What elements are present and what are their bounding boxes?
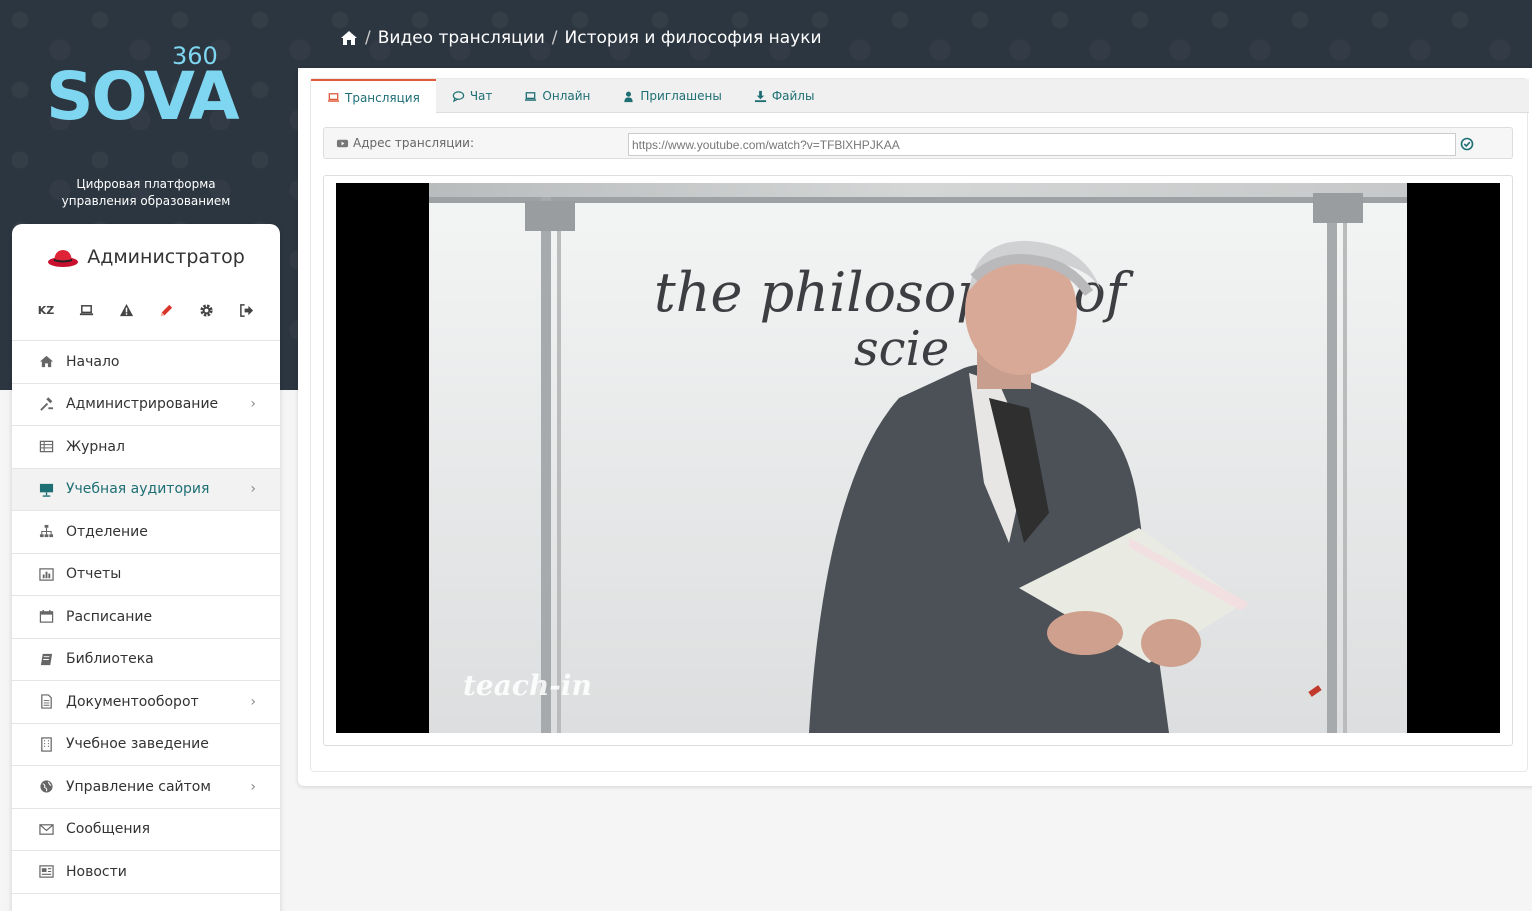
broadcast-panel: Трансляция Чат Онлайн Приглашены Файлы А…: [310, 78, 1529, 772]
tagline-line2: управления образованием: [61, 194, 231, 208]
tagline: Цифровая платформа управления образовани…: [30, 176, 262, 210]
gear-icon[interactable]: [186, 300, 226, 320]
tab-chat[interactable]: Чат: [436, 79, 509, 113]
calendar-icon: [38, 609, 54, 625]
tab-label: Файлы: [771, 89, 815, 103]
menu-item-institution[interactable]: Учебное заведение: [12, 724, 280, 766]
classroom-icon: [38, 481, 54, 497]
menu-item-label: Документооборот: [66, 693, 199, 710]
user-profile[interactable]: Администратор: [12, 246, 280, 268]
home-icon[interactable]: [340, 29, 358, 47]
main-menu: Начало Администрирование › Журнал Учебна…: [12, 340, 280, 894]
tab-invited[interactable]: Приглашены: [606, 79, 737, 113]
menu-item-label: Администрирование: [66, 396, 219, 413]
home-icon: [38, 354, 54, 370]
check-circle-icon[interactable]: [1460, 136, 1474, 151]
chevron-right-icon: ›: [250, 693, 256, 710]
tab-bar: Трансляция Чат Онлайн Приглашены Файлы: [311, 79, 1529, 114]
sidebar: Администратор KZ Начало Администрировани…: [12, 224, 280, 911]
breadcrumb-separator: /: [551, 28, 558, 48]
document-icon: [38, 694, 54, 710]
lecture-video-still: the philosophy of scie teach-in: [429, 183, 1407, 733]
download-icon: [754, 90, 766, 102]
pencil-icon[interactable]: [146, 300, 186, 320]
tab-label: Онлайн: [542, 89, 591, 103]
menu-item-label: Отчеты: [66, 566, 122, 583]
laptop-icon: [525, 91, 537, 101]
menu-item-label: Сообщения: [66, 821, 151, 838]
user-icon: [624, 91, 634, 102]
sitemap-icon: [38, 524, 54, 540]
tab-label: Трансляция: [345, 90, 420, 105]
video-watermark: teach-in: [463, 669, 592, 702]
menu-item-reports[interactable]: Отчеты: [12, 554, 280, 596]
bar-chart-icon: [38, 566, 54, 582]
logout-icon[interactable]: [226, 300, 266, 320]
breadcrumb-separator: /: [365, 28, 371, 48]
red-hat-icon: [47, 246, 79, 268]
logo[interactable]: SOVA 360: [46, 40, 256, 140]
warning-icon[interactable]: [106, 300, 146, 320]
menu-item-administration[interactable]: Администрирование ›: [12, 384, 280, 426]
menu-item-label: Учебное заведение: [66, 736, 209, 753]
laptop-icon[interactable]: [66, 300, 106, 320]
book-icon: [38, 651, 54, 667]
stream-url-input[interactable]: [628, 133, 1456, 156]
tab-broadcast[interactable]: Трансляция: [311, 79, 436, 114]
building-icon: [38, 736, 54, 752]
menu-item-label: Начало: [66, 353, 120, 370]
user-toolbar: KZ: [26, 300, 266, 320]
menu-item-schedule[interactable]: Расписание: [12, 596, 280, 639]
newspaper-icon: [38, 864, 54, 880]
menu-item-label: Журнал: [66, 438, 125, 455]
menu-item-library[interactable]: Библиотека: [12, 639, 280, 681]
tab-online[interactable]: Онлайн: [508, 79, 606, 113]
stream-address-label: Адрес трансляции:: [336, 136, 474, 150]
menu-item-label: Отделение: [66, 523, 148, 540]
menu-item-messages[interactable]: Сообщения: [12, 809, 280, 851]
globe-icon: [38, 779, 54, 795]
main-panel: Трансляция Чат Онлайн Приглашены Файлы А…: [298, 68, 1532, 786]
youtube-icon: [336, 139, 349, 147]
laptop-icon: [327, 93, 340, 102]
menu-item-department[interactable]: Отделение: [12, 511, 280, 554]
table-icon: [38, 439, 54, 455]
menu-item-site-management[interactable]: Управление сайтом ›: [12, 766, 280, 809]
menu-item-home[interactable]: Начало: [12, 341, 280, 384]
menu-item-label: Расписание: [66, 608, 153, 625]
menu-item-label: Управление сайтом: [66, 778, 211, 795]
board-text-line2: scie: [854, 321, 949, 377]
stream-address-label-text: Адрес трансляции:: [353, 136, 475, 150]
chevron-right-icon: ›: [250, 481, 256, 498]
menu-item-journal[interactable]: Журнал: [12, 426, 280, 469]
menu-item-classroom[interactable]: Учебная аудитория ›: [12, 468, 280, 511]
chevron-right-icon: ›: [250, 778, 256, 795]
breadcrumb-video-broadcasts[interactable]: Видео трансляции: [378, 28, 545, 48]
tab-label: Чат: [469, 89, 493, 103]
menu-item-label: Новости: [66, 863, 127, 880]
logo-suffix: 360: [172, 42, 218, 70]
chevron-right-icon: ›: [250, 396, 256, 413]
tab-files[interactable]: Файлы: [738, 79, 831, 113]
tab-label: Приглашены: [640, 89, 722, 103]
menu-item-news[interactable]: Новости: [12, 851, 280, 894]
envelope-icon: [38, 821, 54, 837]
menu-item-document-flow[interactable]: Документооборот ›: [12, 681, 280, 724]
video-player[interactable]: the philosophy of scie teach-in: [336, 183, 1500, 733]
video-frame: the philosophy of scie teach-in: [429, 183, 1407, 733]
breadcrumb: / Видео трансляции / История и философия…: [340, 28, 822, 48]
speech-bubble-icon: [452, 90, 465, 102]
video-container: the philosophy of scie teach-in: [323, 175, 1513, 746]
tagline-line1: Цифровая платформа: [76, 177, 216, 191]
user-name: Администратор: [87, 246, 245, 268]
language-button[interactable]: KZ: [26, 300, 66, 320]
menu-item-label: Библиотека: [66, 651, 154, 668]
admin-icon: [38, 396, 54, 412]
menu-item-label: Учебная аудитория: [66, 481, 210, 498]
stream-address-row: Адрес трансляции:: [323, 127, 1513, 159]
breadcrumb-current: История и философия науки: [564, 28, 822, 48]
